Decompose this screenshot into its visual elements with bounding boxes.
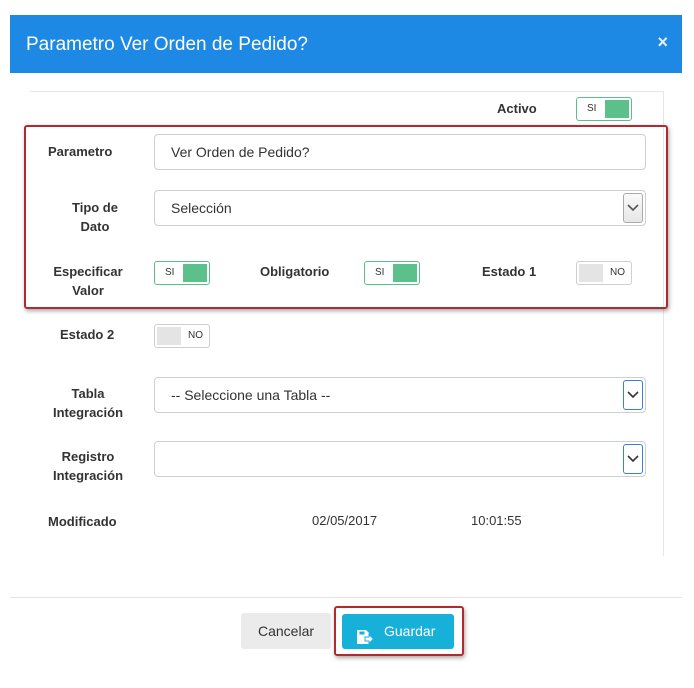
footer-divider bbox=[10, 597, 682, 598]
estado2-toggle[interactable]: NO bbox=[154, 324, 210, 348]
estado2-label: Estado 2 bbox=[60, 327, 115, 342]
tabla-integracion-label-line1: Tabla bbox=[71, 386, 105, 401]
dialog-title: Parametro Ver Orden de Pedido? bbox=[26, 34, 309, 55]
registro-integracion-select[interactable] bbox=[154, 441, 646, 477]
registro-integracion-label-line2: Integración bbox=[52, 468, 124, 483]
tabla-integracion-select[interactable]: -- Seleccione una Tabla -- bbox=[154, 377, 646, 413]
activo-label: Activo bbox=[497, 101, 537, 116]
modificado-date: 02/05/2017 bbox=[312, 513, 378, 528]
registro-integracion-label: Registro Integración bbox=[44, 447, 132, 485]
estado2-toggle-text: NO bbox=[188, 330, 203, 341]
activo-toggle[interactable]: SI bbox=[576, 97, 632, 121]
highlight-box-save bbox=[334, 606, 464, 656]
tabla-integracion-value: -- Seleccione una Tabla -- bbox=[171, 387, 331, 403]
close-icon[interactable]: × bbox=[657, 31, 668, 53]
modificado-time: 10:01:55 bbox=[471, 513, 522, 528]
chevron-down-icon[interactable] bbox=[623, 380, 643, 410]
toggle-knob bbox=[605, 100, 629, 118]
tabla-integracion-label-line2: Integración bbox=[52, 405, 124, 420]
activo-toggle-text: SI bbox=[587, 103, 597, 114]
tabla-integracion-label: Tabla Integración bbox=[44, 384, 132, 422]
modificado-label: Modificado bbox=[48, 514, 117, 529]
highlight-box-parametros bbox=[24, 125, 668, 309]
form-panel-border bbox=[30, 91, 664, 92]
cancel-button[interactable]: Cancelar bbox=[241, 613, 331, 649]
registro-integracion-label-line1: Registro bbox=[61, 449, 115, 464]
dialog-header: Parametro Ver Orden de Pedido? × bbox=[10, 15, 682, 73]
chevron-down-icon[interactable] bbox=[623, 444, 643, 474]
toggle-knob bbox=[157, 327, 181, 345]
